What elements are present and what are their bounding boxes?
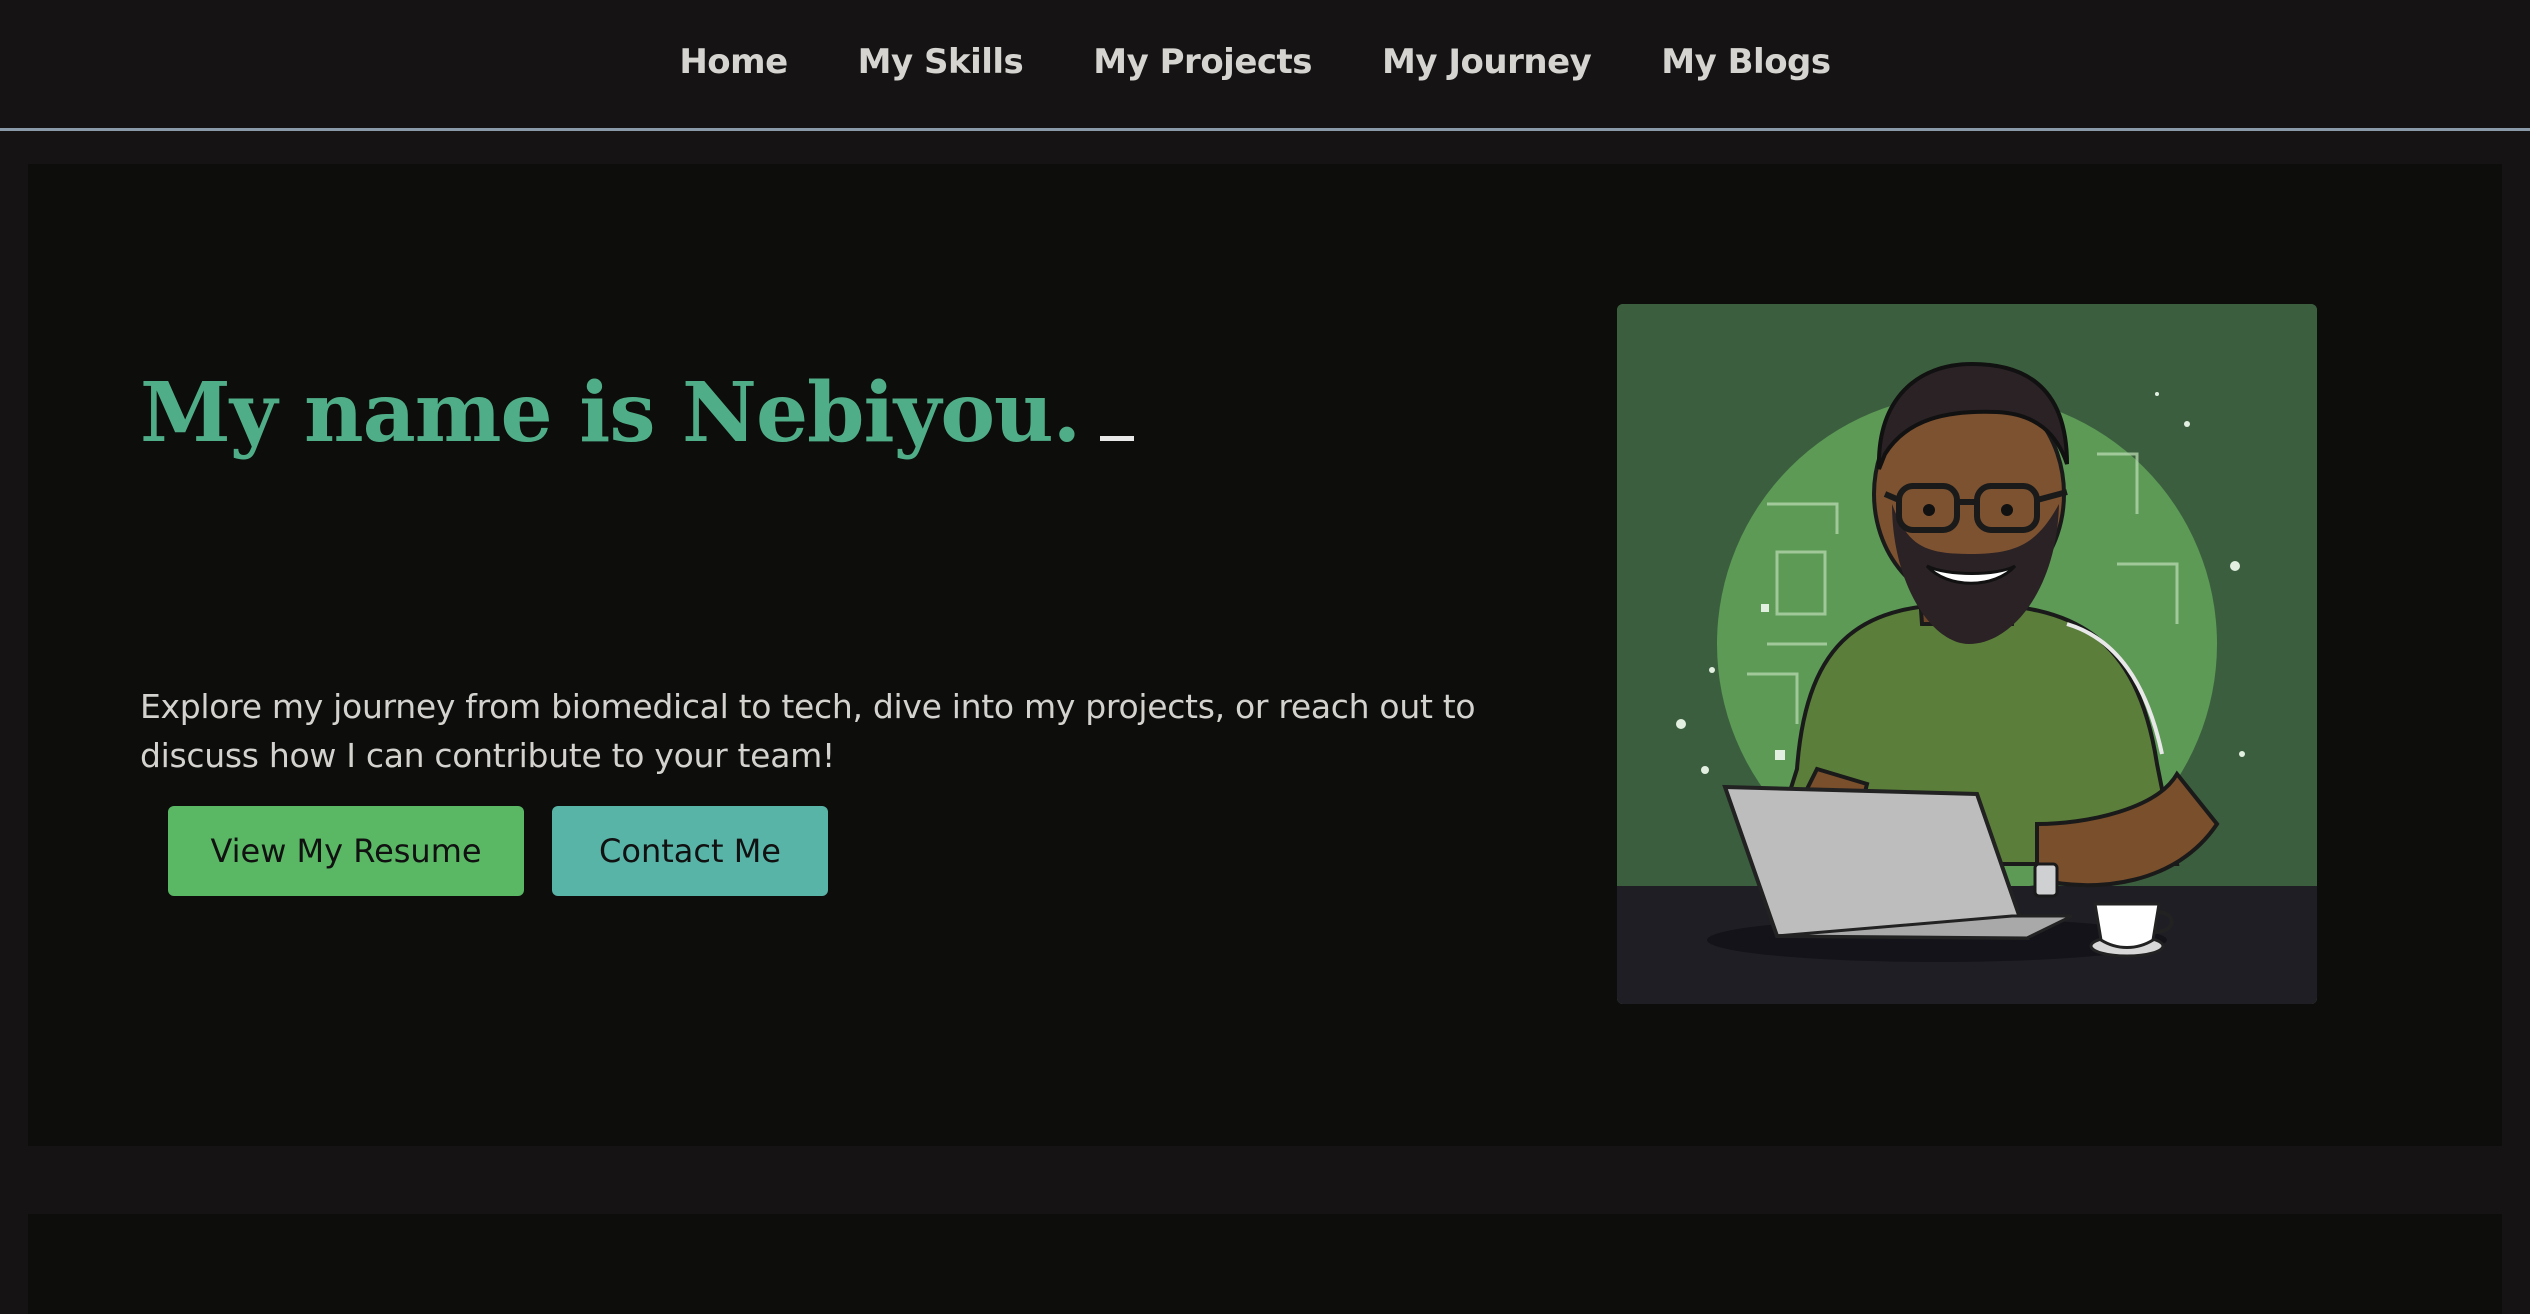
nav-links: Home My Skills My Projects My Journey My…	[679, 42, 1831, 82]
view-resume-button[interactable]: View My Resume	[168, 806, 524, 896]
hero-title-text: My name is Nebiyou.	[140, 365, 1081, 461]
top-navbar: Home My Skills My Projects My Journey My…	[0, 0, 2530, 131]
avatar-image	[1617, 304, 2317, 1004]
hero-section: My name is Nebiyou. Explore my journey f…	[28, 164, 2502, 1146]
nav-link-home[interactable]: Home	[679, 42, 788, 82]
nav-link-projects[interactable]: My Projects	[1093, 42, 1312, 82]
hero-description: Explore my journey from biomedical to te…	[140, 687, 1476, 775]
nav-link-blogs[interactable]: My Blogs	[1661, 42, 1831, 82]
nav-link-skills[interactable]: My Skills	[858, 42, 1024, 82]
developer-avatar-illustration	[1617, 304, 2317, 1004]
typing-cursor	[1100, 436, 1135, 441]
next-section-panel	[28, 1214, 2502, 1314]
nav-link-journey[interactable]: My Journey	[1382, 42, 1592, 82]
hero-title: My name is Nebiyou.	[140, 372, 1135, 454]
contact-me-button[interactable]: Contact Me	[552, 806, 828, 896]
